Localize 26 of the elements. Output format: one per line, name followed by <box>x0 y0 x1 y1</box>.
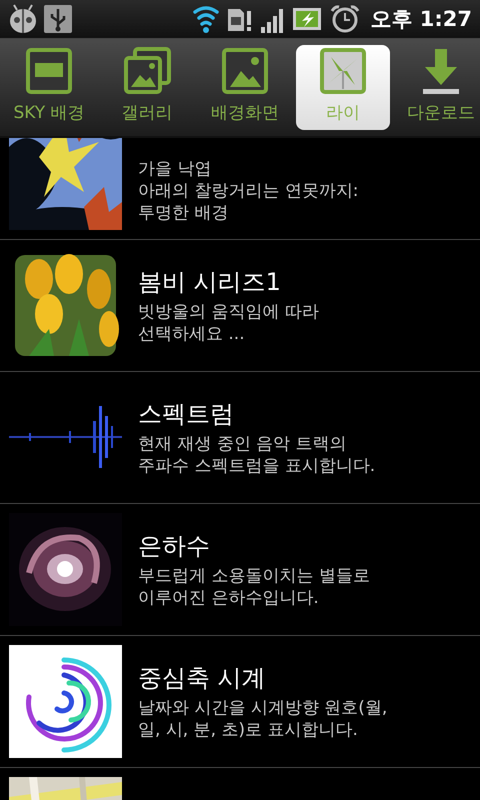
wallpaper-list-item[interactable]: 가을 낙엽 아래의 찰랑거리는 연못까지: 투명한 배경 <box>0 138 480 240</box>
wallpaper-description: 빗방울의 움직임에 따라 선택하세요 ... <box>138 300 319 344</box>
pinwheel-icon <box>319 47 367 95</box>
wallpaper-title: 스펙트럼 <box>138 398 235 428</box>
alarm-clock-icon <box>330 4 360 34</box>
wallpaper-description: 날짜와 시간을 시계방향 원호(월, 일, 시, 분, 초)로 표시합니다. <box>138 696 388 740</box>
wallpaper-list-item[interactable]: 봄비 시리즈1 빗방울의 움직임에 따라 선택하세요 ... <box>0 240 480 372</box>
tab[interactable]: SKY 배경 <box>2 45 96 130</box>
wallpaper-description: 가을 낙엽 아래의 찰랑거리는 연못까지: 투명한 배경 <box>138 158 359 224</box>
tab[interactable]: 다운로드 <box>394 45 480 130</box>
wallpaper-list-item[interactable]: 스펙트럼 현재 재생 중인 음악 트랙의 주파수 스펙트럼을 표시합니다. <box>0 372 480 504</box>
wallpaper-list-item[interactable]: 중심축 시계 날짜와 시간을 시계방향 원호(월, 일, 시, 분, 초)로 표시합니다. <box>0 636 480 768</box>
wallpaper-description: 부드럽게 소용돌이치는 별들로 이루어진 은하수입니다. <box>138 564 370 608</box>
wallpaper-list-item[interactable]: 은하수 부드럽게 소용돌이치는 별들로 이루어진 은하수입니다. <box>0 504 480 636</box>
tab[interactable]: 배경화면 <box>198 45 292 130</box>
wallpaper-title: 중심축 시계 <box>138 662 267 692</box>
tab[interactable]: 갤러리 <box>100 45 194 130</box>
wallpaper-description: 현재 재생 중인 음악 트랙의 주파수 스펙트럼을 표시합니다. <box>138 432 376 476</box>
bug-icon <box>8 4 38 34</box>
clock-time: 오후 1:27 <box>370 6 472 33</box>
wifi-icon <box>192 4 220 34</box>
image-icon <box>221 47 269 95</box>
gallery-icon <box>123 47 171 95</box>
wallpaper-title: 은하수 <box>138 530 211 560</box>
usb-icon <box>44 5 72 33</box>
wallpaper-title: 봄비 시리즈1 <box>138 266 282 296</box>
